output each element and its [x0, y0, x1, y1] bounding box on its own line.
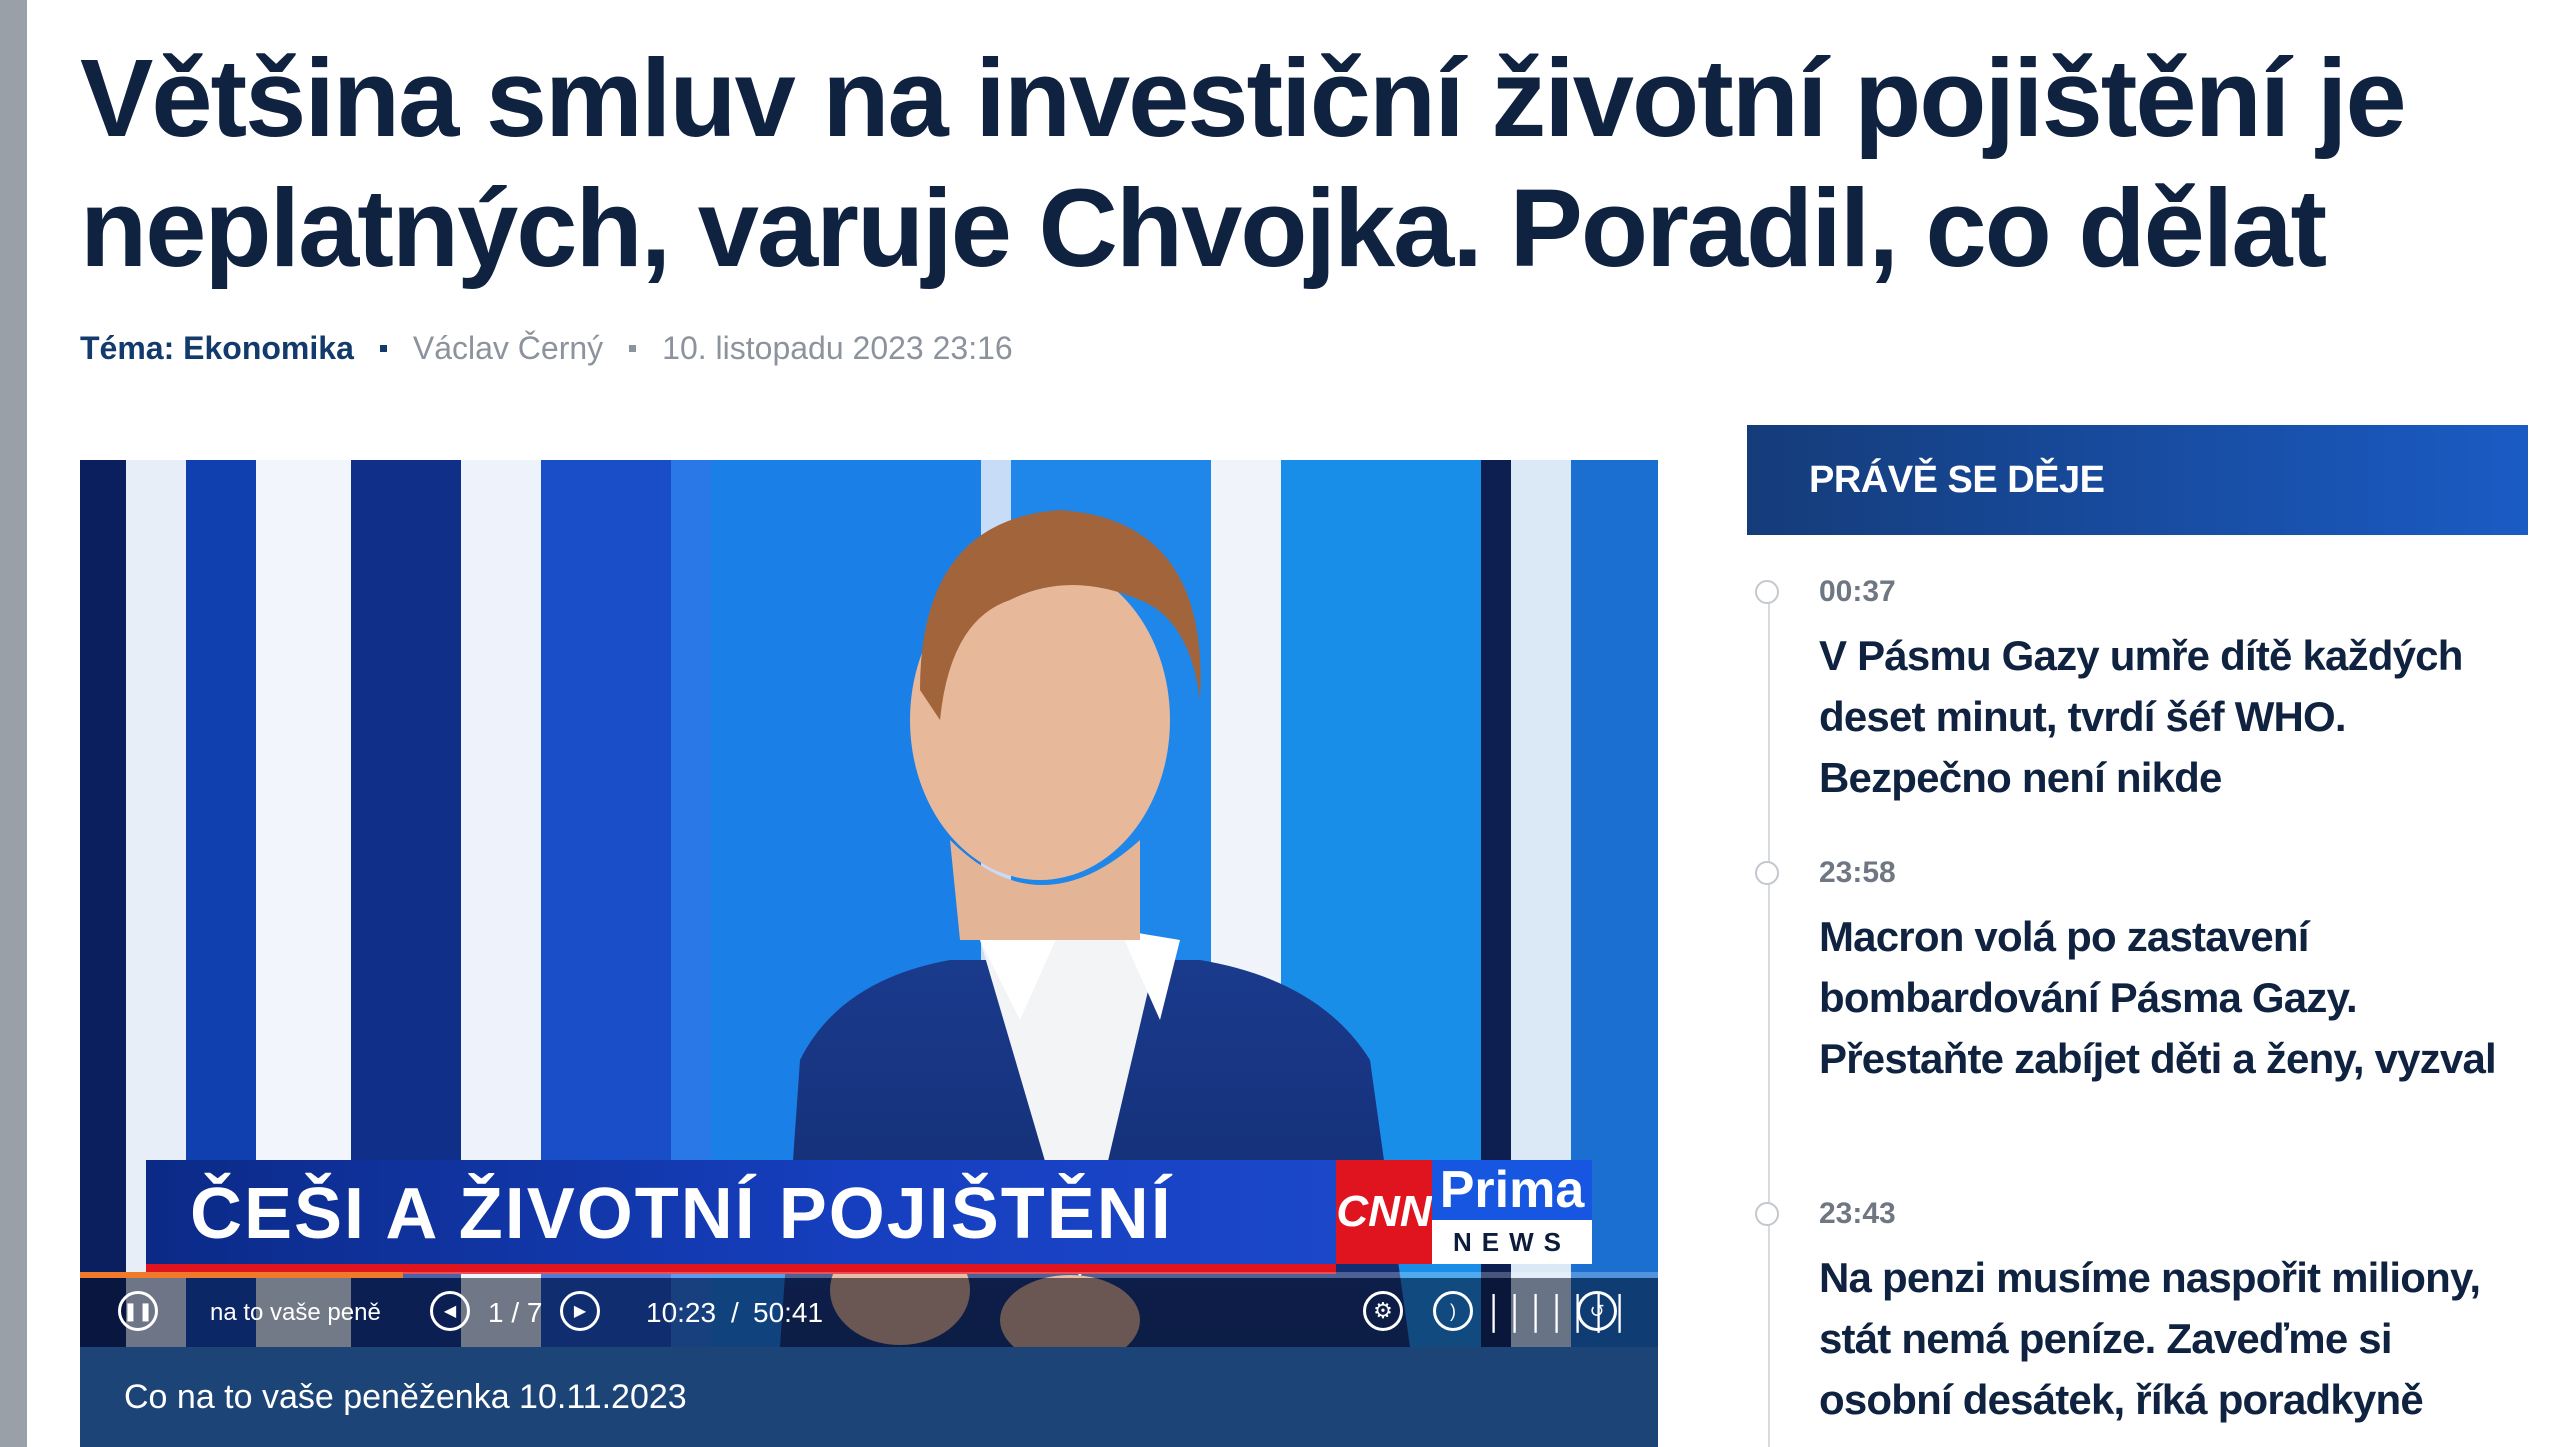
cnn-logo: CNN [1336, 1160, 1432, 1264]
live-feed-title: PRÁVĚ SE DĚJE [1809, 459, 2105, 501]
timeline-time: 23:43 [1819, 1197, 1896, 1230]
page-left-rail [0, 0, 27, 1447]
publish-date: 10. listopadu 2023 23:16 [662, 330, 1013, 366]
meta-separator [379, 344, 387, 352]
time-current: 10:23 [646, 1297, 717, 1328]
time-separator: / [731, 1297, 739, 1328]
timeline-item-title[interactable]: Macron volá po zastavení bombardování Pá… [1819, 906, 2499, 1089]
timeline-dot [1755, 861, 1779, 885]
next-chapter-icon[interactable]: ▶ [560, 1291, 600, 1331]
previous-chapter-icon[interactable]: ◀ [430, 1291, 470, 1331]
timeline-time: 23:58 [1819, 856, 1896, 889]
chapter-counter: 1 / 7 [488, 1297, 543, 1328]
prima-logo: Prima [1432, 1160, 1592, 1220]
lower-third-text: ČEŠI A ŽIVOTNÍ POJIŠTĚNÍ [190, 1174, 1173, 1254]
timeline-dot [1755, 1202, 1779, 1226]
timeline-line [1768, 590, 1770, 1447]
author-name[interactable]: Václav Černý [413, 328, 603, 368]
chapter-label[interactable]: na to vaše peněženka [210, 1278, 380, 1347]
timeline-item-title[interactable]: V Pásmu Gazy umře dítě každých deset min… [1819, 625, 2499, 808]
video-player[interactable]: ČEŠI A ŽIVOTNÍ POJIŠTĚNÍ CNN Prima NEWS … [80, 460, 1658, 1347]
meta-separator [629, 344, 637, 352]
video-caption-bar: Co na to vaše peněženka 10.11.2023 [80, 1347, 1658, 1447]
timeline-time: 00:37 [1819, 575, 1896, 608]
volume-icon[interactable]: ) [1433, 1291, 1473, 1331]
news-logo: NEWS [1432, 1220, 1592, 1264]
article-meta: Téma: Ekonomika Václav Černý 10. listopa… [80, 328, 1013, 368]
timeline-dot [1755, 580, 1779, 604]
timeline-item-title[interactable]: Na penzi musíme naspořit miliony, stát n… [1819, 1247, 2499, 1430]
settings-icon[interactable]: ⚙ [1363, 1291, 1403, 1331]
topic-link[interactable]: Téma: Ekonomika [80, 328, 354, 368]
pause-icon[interactable]: ❚❚ [118, 1291, 158, 1331]
fullscreen-icon[interactable]: ↺ [1577, 1291, 1617, 1331]
video-caption: Co na to vaše peněženka 10.11.2023 [124, 1378, 687, 1416]
article-headline: Většina smluv na investiční životní poji… [80, 37, 2407, 290]
live-feed-header[interactable]: PRÁVĚ SE DĚJE [1747, 425, 2528, 535]
time-total: 50:41 [753, 1297, 824, 1328]
